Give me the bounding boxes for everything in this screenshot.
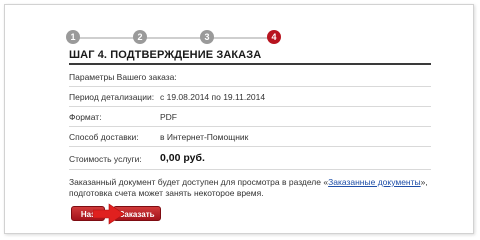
- params-heading: Параметры Вашего заказа:: [69, 72, 177, 82]
- red-pointer-arrow-icon: [93, 203, 125, 225]
- format-label: Формат:: [69, 112, 102, 122]
- delivery-label: Способ доставки:: [69, 132, 139, 142]
- step-1-indicator[interactable]: 1: [66, 30, 80, 44]
- delivery-value: в Интернет-Помощник: [160, 132, 249, 142]
- divider: [69, 169, 431, 170]
- page-title: ШАГ 4. ПОДТВЕРЖДЕНИЕ ЗАКАЗА: [69, 49, 262, 61]
- step-4-indicator: 4: [267, 30, 281, 44]
- title-divider: [69, 63, 431, 65]
- steps-progress-line: [73, 37, 278, 39]
- period-label: Период детализации:: [69, 92, 155, 102]
- note-text: »,: [420, 177, 428, 187]
- step-2-indicator[interactable]: 2: [133, 30, 147, 44]
- order-confirmation-panel: 1 2 3 4 ШАГ 4. ПОДТВЕРЖДЕНИЕ ЗАКАЗА Пара…: [4, 4, 474, 234]
- divider: [69, 146, 431, 147]
- note-text: Заказанный документ будет доступен для п…: [69, 177, 329, 187]
- format-value: PDF: [160, 112, 177, 122]
- divider: [69, 86, 431, 87]
- divider: [69, 106, 431, 107]
- divider: [69, 126, 431, 127]
- ordered-documents-link[interactable]: Заказанные документы: [328, 177, 421, 187]
- availability-note: Заказанный документ будет доступен для п…: [69, 177, 428, 199]
- step-3-indicator[interactable]: 3: [200, 30, 214, 44]
- period-value: с 19.08.2014 по 19.11.2014: [160, 92, 266, 102]
- note-text: подготовка счета может занять некоторое …: [69, 188, 264, 198]
- cost-label: Стоимость услуги:: [69, 154, 142, 164]
- cost-value: 0,00 руб.: [160, 152, 205, 164]
